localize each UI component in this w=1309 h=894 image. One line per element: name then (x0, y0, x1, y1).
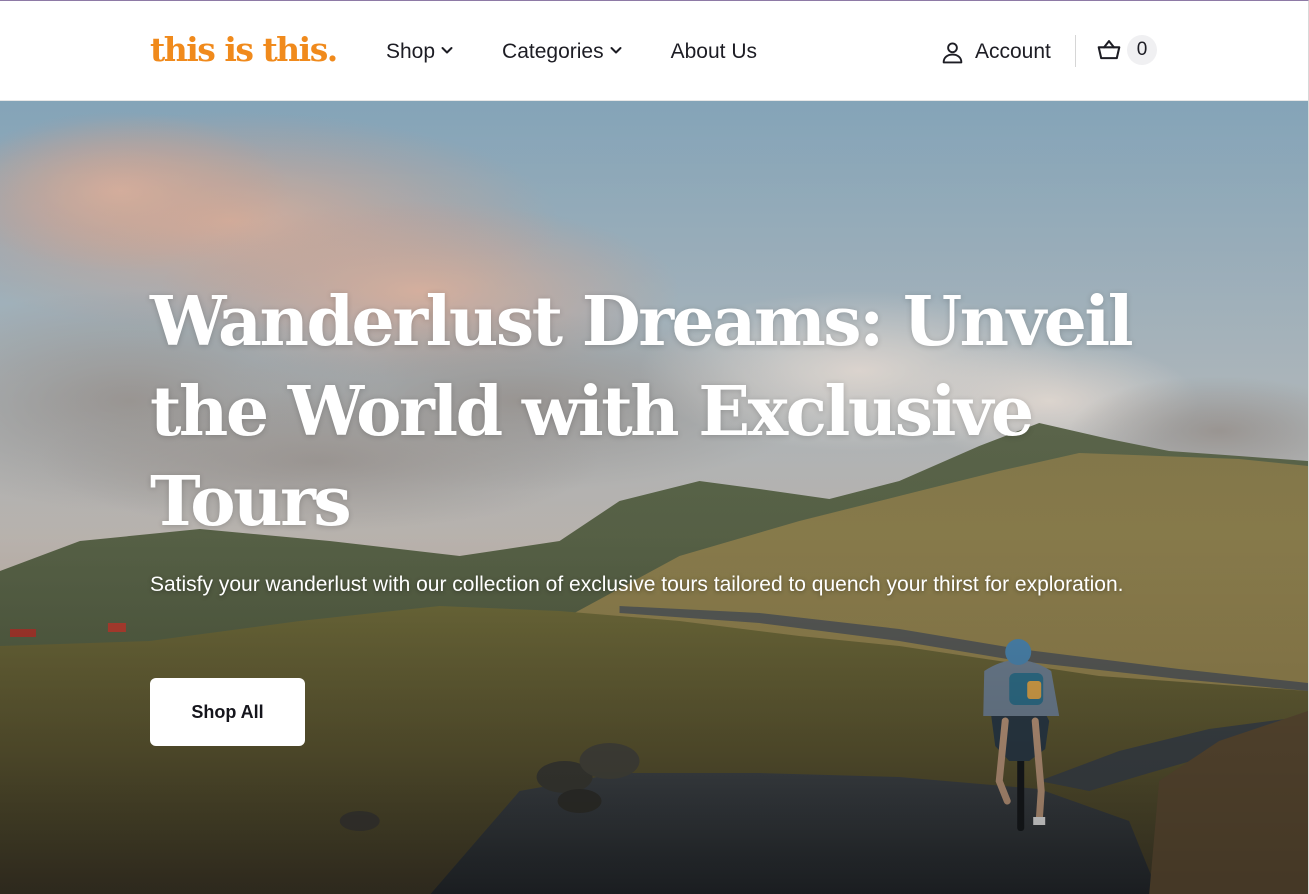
chevron-down-icon (610, 47, 622, 54)
site-logo[interactable]: this is this. (150, 28, 338, 72)
nav-item-label: Categories (502, 40, 604, 63)
site-header: this is this. Shop Categories About Us A… (0, 1, 1308, 101)
nav-item-shop[interactable]: Shop (386, 35, 454, 69)
basket-icon (1097, 40, 1121, 60)
hero-section: Wanderlust Dreams: Unveil the World with… (0, 101, 1308, 894)
chevron-down-icon (441, 47, 453, 54)
hero-subtitle: Satisfy your wanderlust with our collect… (150, 573, 1124, 596)
page: this is this. Shop Categories About Us A… (0, 0, 1309, 894)
nav-item-label: About Us (670, 40, 757, 63)
account-link[interactable]: Account (940, 35, 1051, 69)
user-icon (942, 42, 963, 63)
cart-count-badge: 0 (1127, 35, 1157, 65)
shop-all-button[interactable]: Shop All (150, 678, 305, 746)
hero-title: Wanderlust Dreams: Unveil the World with… (150, 282, 1134, 542)
cart-button[interactable]: 0 (1096, 35, 1157, 65)
nav-item-about-us[interactable]: About Us (671, 35, 757, 69)
nav-item-categories[interactable]: Categories (502, 35, 623, 69)
account-label: Account (975, 40, 1051, 63)
main-nav: Shop Categories About Us (386, 35, 805, 69)
header-divider (1075, 35, 1076, 67)
nav-item-label: Shop (386, 40, 436, 63)
